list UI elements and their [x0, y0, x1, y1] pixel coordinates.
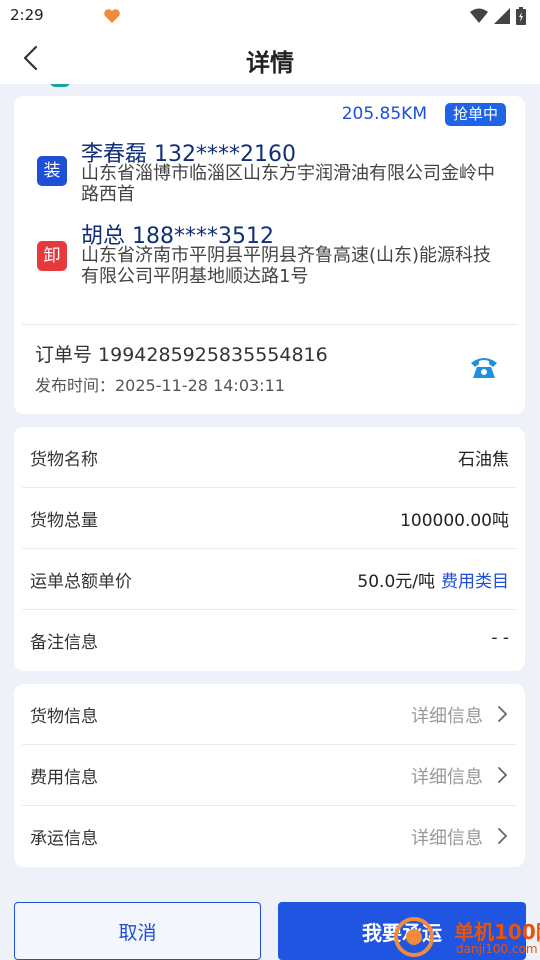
row-label: 运单总额单价 [30, 572, 132, 592]
info-card: 货物信息 详细信息 费用信息 详细信息 承运信息 详细信息 [14, 684, 525, 867]
loading-tag: 装 [37, 156, 67, 186]
chevron-right-icon [498, 706, 508, 722]
wifi-icon [470, 8, 488, 23]
status-badge: 抢单中 [444, 103, 506, 126]
signal-icon [494, 8, 510, 24]
page-title: 详情 [246, 49, 294, 77]
unit-price-row: 运单总额单价 50.0元/吨 费用类目 [22, 549, 517, 610]
row-label: 费用信息 [30, 768, 98, 788]
row-label: 承运信息 [30, 829, 98, 849]
distance-label: 205.85KM [341, 104, 427, 124]
watermark-url: danji100.com [456, 942, 538, 956]
publish-time: 发布时间：2025-11-28 14:03:11 [35, 376, 285, 395]
cargo-name-row: 货物名称 石油焦 [22, 427, 517, 488]
row-value: - - [491, 628, 509, 648]
chevron-right-icon [498, 828, 508, 844]
unloading-address: 山东省济南市平阴县平阴县齐鲁高速(山东)能源科技有限公司平阴基地顺达路1号 [81, 245, 492, 287]
loading-address: 山东省淄博市临淄区山东方宇润滑油有限公司金岭中路西首 [81, 163, 495, 205]
row-value-group: 50.0元/吨 费用类目 [357, 567, 509, 592]
watermark-logo-icon [394, 917, 434, 957]
status-time: 2:29 [10, 6, 44, 24]
row-label: 备注信息 [30, 633, 98, 653]
fee-category-link[interactable]: 费用类目 [441, 572, 509, 592]
cargo-quantity-row: 货物总量 100000.00吨 [22, 488, 517, 549]
row-label: 货物信息 [30, 707, 98, 727]
row-label: 货物名称 [30, 450, 98, 470]
status-icons [470, 6, 526, 26]
status-bar: 2:29 [0, 0, 540, 169]
battery-icon [516, 7, 526, 25]
watermark-name: 单机100网 [454, 920, 540, 944]
carrier-info-row[interactable]: 承运信息 详细信息 [22, 806, 517, 867]
cancel-button[interactable]: 取消 [14, 902, 261, 960]
remarks-row: 备注信息 - - [22, 610, 517, 671]
divider [22, 324, 517, 325]
nav-bar: 详情 [0, 32, 540, 84]
cargo-card: 货物名称 石油焦 货物总量 100000.00吨 运单总额单价 50.0元/吨费… [14, 427, 525, 671]
call-button[interactable] [469, 352, 499, 382]
details-link: 详细信息 [411, 828, 483, 849]
row-value: 100000.00吨 [400, 511, 509, 531]
phone-icon [471, 358, 497, 378]
details-link: 详细信息 [411, 767, 483, 788]
heart-notification-icon [102, 6, 122, 26]
cargo-info-row[interactable]: 货物信息 详细信息 [22, 684, 517, 745]
site-watermark: 单机100网 danji100.com [392, 912, 540, 960]
row-label: 货物总量 [30, 511, 98, 531]
order-number: 订单号 1994285925835554816 [35, 344, 328, 366]
route-card: 205.85KM 抢单中 装 李春磊 132****2160 山东省淄博市临淄区… [14, 96, 525, 414]
row-value: 石油焦 [458, 450, 509, 470]
unit-price-value: 50.0元/吨 [357, 572, 435, 592]
chevron-right-icon [498, 767, 508, 783]
fee-info-row[interactable]: 费用信息 详细信息 [22, 745, 517, 806]
details-link: 详细信息 [411, 706, 483, 727]
unloading-tag: 卸 [37, 241, 67, 271]
